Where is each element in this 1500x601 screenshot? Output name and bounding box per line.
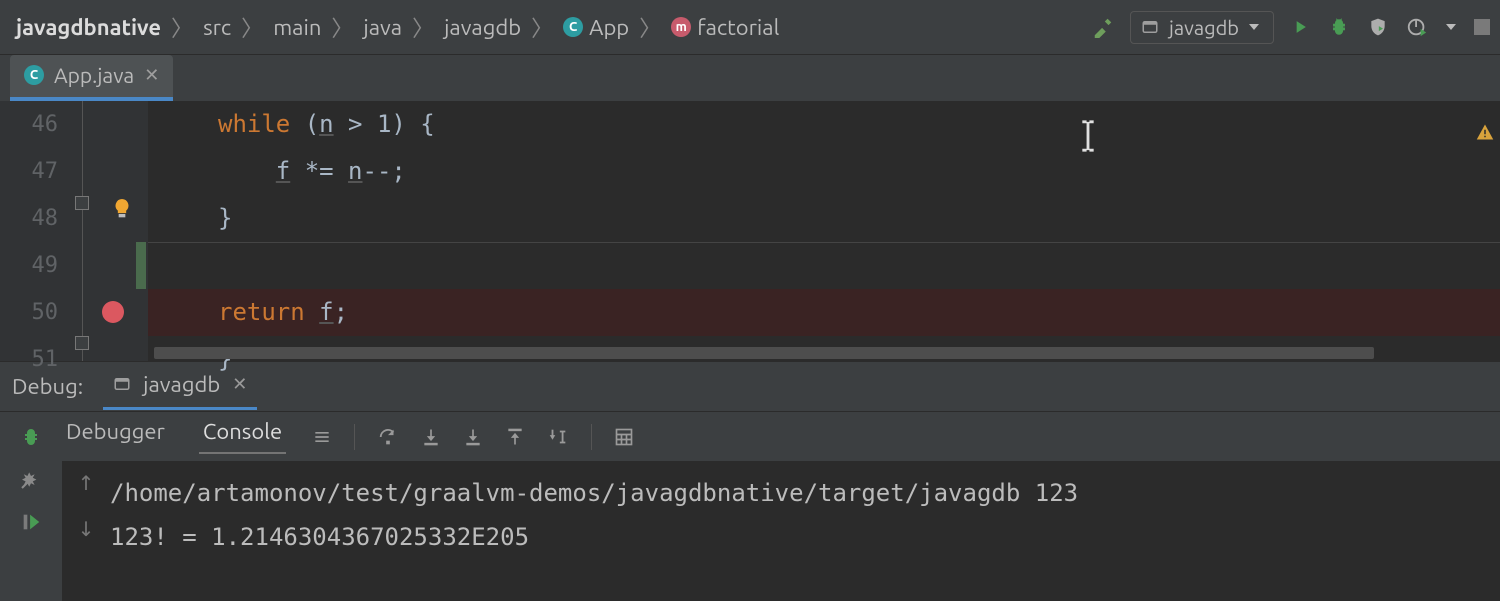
line-number-gutter: 46 47 48 49 50 51 (0, 101, 68, 361)
step-toolbar (312, 424, 634, 450)
editor[interactable]: 46 47 48 49 50 51 while (n > 1) { f *= n… (0, 101, 1500, 361)
warning-icon[interactable] (1476, 117, 1494, 145)
debug-subtabs: Debugger Console (62, 419, 286, 454)
editor-tabs: C App.java ✕ (0, 55, 1500, 101)
separator (354, 424, 355, 450)
editor-tab-label: App.java (54, 63, 134, 87)
more-icon[interactable] (312, 427, 332, 447)
close-icon[interactable]: ✕ (144, 65, 159, 86)
restart-debug-button[interactable] (19, 425, 43, 449)
intention-bulb-icon[interactable] (112, 197, 132, 221)
stop-button[interactable] (1474, 19, 1490, 35)
profile-button[interactable] (1406, 16, 1428, 38)
navbar: javagdbnative 〉 src 〉 main 〉 java 〉 java… (0, 0, 1500, 55)
fold-collapse-icon[interactable] (75, 196, 89, 210)
breadcrumb-class[interactable]: C App (557, 13, 635, 42)
run-config-selector[interactable]: javagdb (1130, 11, 1274, 44)
code-line[interactable] (148, 242, 1500, 289)
chevron-right-icon: 〉 (412, 11, 434, 43)
more-run-options[interactable] (1446, 24, 1456, 30)
step-into-icon[interactable] (421, 426, 441, 448)
line-number: 49 (0, 242, 68, 289)
console-nav-strip: ↑ ↓ (62, 461, 110, 601)
console-area: ↑ ↓ /home/artamonov/test/graalvm-demos/j… (0, 461, 1500, 601)
chevron-right-icon: 〉 (639, 11, 661, 43)
chevron-down-icon (1249, 24, 1259, 30)
toolbar: javagdb (1092, 11, 1490, 44)
console-line: /home/artamonov/test/graalvm-demos/javag… (110, 471, 1500, 515)
run-button[interactable] (1290, 17, 1310, 37)
class-icon: C (563, 17, 583, 37)
debug-button[interactable] (1328, 16, 1350, 38)
gutter-icons (68, 101, 148, 361)
tab-console[interactable]: Console (199, 419, 286, 454)
chevron-right-icon: 〉 (331, 11, 353, 43)
breadcrumb-method-label: factorial (697, 15, 779, 40)
code-line[interactable]: while (n > 1) { (148, 101, 1500, 148)
method-icon: m (671, 17, 691, 37)
fold-collapse-icon[interactable] (75, 336, 89, 350)
breadcrumb: javagdbnative 〉 src 〉 main 〉 java 〉 java… (10, 11, 785, 43)
vcs-change-marker[interactable] (136, 242, 146, 289)
breadcrumb-class-label: App (589, 15, 629, 40)
breadcrumb-java[interactable]: java (357, 13, 408, 42)
breadcrumb-root[interactable]: javagdbnative (10, 13, 167, 42)
breadcrumb-method[interactable]: m factorial (665, 13, 785, 42)
code-line[interactable]: } (148, 195, 1500, 242)
settings-icon[interactable] (19, 467, 43, 491)
line-number: 48 (0, 195, 68, 242)
code-line[interactable]: return f; (148, 289, 1500, 336)
code-line[interactable]: } (148, 336, 1500, 383)
force-step-into-icon[interactable] (463, 426, 483, 448)
chevron-right-icon: 〉 (171, 11, 193, 43)
text-cursor-icon (1078, 117, 1098, 153)
code-area[interactable]: while (n > 1) { f *= n--; } return f; } (148, 101, 1500, 361)
breadcrumb-pkg[interactable]: javagdb (438, 13, 527, 42)
line-number: 46 (0, 101, 68, 148)
evaluate-icon[interactable] (614, 427, 634, 447)
horizontal-scrollbar[interactable] (154, 347, 1374, 359)
resume-icon[interactable] (20, 511, 42, 533)
application-icon (1141, 18, 1159, 36)
application-icon (113, 375, 131, 393)
line-number: 50 (0, 289, 68, 336)
chevron-right-icon: 〉 (241, 11, 263, 43)
editor-tab-app[interactable]: C App.java ✕ (10, 55, 173, 101)
tab-debugger[interactable]: Debugger (62, 419, 169, 454)
step-over-icon[interactable] (377, 426, 399, 448)
run-config-label: javagdb (1169, 16, 1239, 39)
console-line: 123! = 1.2146304367025332E205 (110, 515, 1500, 559)
breadcrumb-src[interactable]: src (197, 13, 237, 42)
coverage-button[interactable] (1368, 16, 1388, 38)
console-output[interactable]: /home/artamonov/test/graalvm-demos/javag… (110, 461, 1500, 601)
debug-toolbar: Debugger Console (0, 411, 1500, 461)
build-icon[interactable] (1092, 16, 1114, 38)
class-icon: C (24, 65, 44, 85)
run-to-cursor-icon[interactable] (547, 426, 569, 448)
line-number: 47 (0, 148, 68, 195)
code-line[interactable]: f *= n--; (148, 148, 1500, 195)
chevron-right-icon: 〉 (531, 11, 553, 43)
up-arrow-icon[interactable]: ↑ (78, 471, 95, 495)
line-number: 51 (0, 336, 68, 383)
separator (591, 424, 592, 450)
breakpoint-icon[interactable] (102, 301, 124, 323)
down-arrow-icon[interactable]: ↓ (78, 517, 95, 541)
step-out-icon[interactable] (505, 426, 525, 448)
fold-guide (82, 101, 83, 361)
debug-left-strip (0, 461, 62, 601)
breadcrumb-main[interactable]: main (267, 13, 327, 42)
